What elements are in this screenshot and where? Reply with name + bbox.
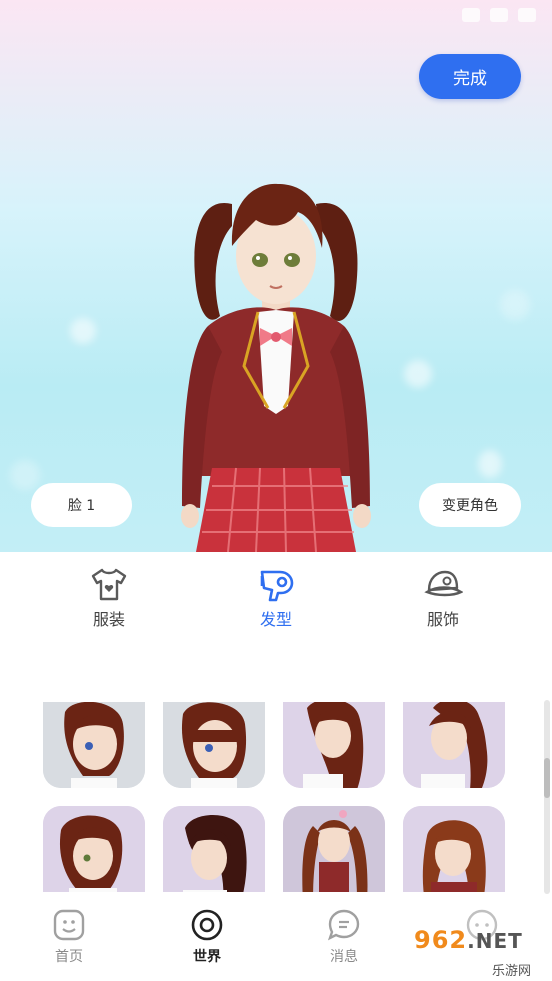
tab-label: 服装 bbox=[92, 610, 125, 629]
hairstyle-option[interactable] bbox=[403, 806, 505, 892]
nav-label: 世界 bbox=[193, 949, 221, 965]
character-preview: 完成 脸 1 变更角色 bbox=[0, 0, 552, 552]
watermark-domain: .NET bbox=[467, 929, 523, 953]
hairstyle-option[interactable] bbox=[283, 702, 385, 788]
hair-dryer-icon bbox=[260, 570, 294, 602]
wifi-icon bbox=[462, 8, 480, 22]
hairstyle-option[interactable] bbox=[163, 702, 265, 788]
shirt-icon bbox=[91, 568, 127, 601]
bokeh-light bbox=[478, 450, 502, 478]
bokeh-light bbox=[500, 290, 530, 320]
message-icon bbox=[327, 909, 360, 941]
scrollbar-thumb[interactable] bbox=[544, 758, 550, 798]
tab-accessories[interactable]: 服饰 bbox=[398, 566, 488, 630]
tab-label: 发型 bbox=[259, 610, 292, 629]
hairstyle-option[interactable] bbox=[43, 702, 145, 788]
nav-label: 消息 bbox=[330, 949, 358, 965]
character-model bbox=[181, 183, 371, 552]
home-icon bbox=[53, 909, 85, 941]
hairstyle-option[interactable] bbox=[283, 806, 385, 892]
face-selector-button[interactable]: 脸 1 bbox=[31, 483, 132, 527]
battery-icon bbox=[518, 8, 536, 22]
hairstyle-option[interactable] bbox=[43, 806, 145, 892]
nav-label: 首页 bbox=[55, 949, 83, 965]
done-button[interactable]: 完成 bbox=[419, 54, 521, 99]
watermark-brand: 962.NET bbox=[414, 926, 546, 960]
tab-hairstyle[interactable]: 发型 bbox=[231, 566, 321, 630]
nav-world[interactable]: 世界 bbox=[167, 908, 247, 966]
tab-label: 服饰 bbox=[426, 610, 459, 629]
watermark-number: 962 bbox=[414, 926, 468, 954]
bokeh-light bbox=[10, 460, 40, 490]
status-bar bbox=[462, 8, 536, 22]
nav-messages[interactable]: 消息 bbox=[304, 908, 384, 966]
nav-home[interactable]: 首页 bbox=[29, 908, 109, 966]
tab-clothing[interactable]: 服装 bbox=[64, 566, 154, 630]
hairstyle-option[interactable] bbox=[403, 702, 505, 788]
signal-icon bbox=[490, 8, 508, 22]
bokeh-light bbox=[404, 360, 432, 388]
hairstyle-grid bbox=[43, 702, 507, 894]
bokeh-light bbox=[70, 318, 96, 344]
grid-scrollbar[interactable] bbox=[544, 700, 550, 894]
category-tabs: 服装 发型 服饰 bbox=[0, 556, 552, 636]
hairstyle-option[interactable] bbox=[163, 806, 265, 892]
watermark-logo: 962.NET 乐游网 bbox=[414, 926, 546, 979]
cap-icon bbox=[424, 570, 463, 597]
world-icon bbox=[191, 909, 223, 941]
change-role-button[interactable]: 变更角色 bbox=[419, 483, 521, 527]
watermark-site-name: 乐游网 bbox=[492, 964, 532, 979]
